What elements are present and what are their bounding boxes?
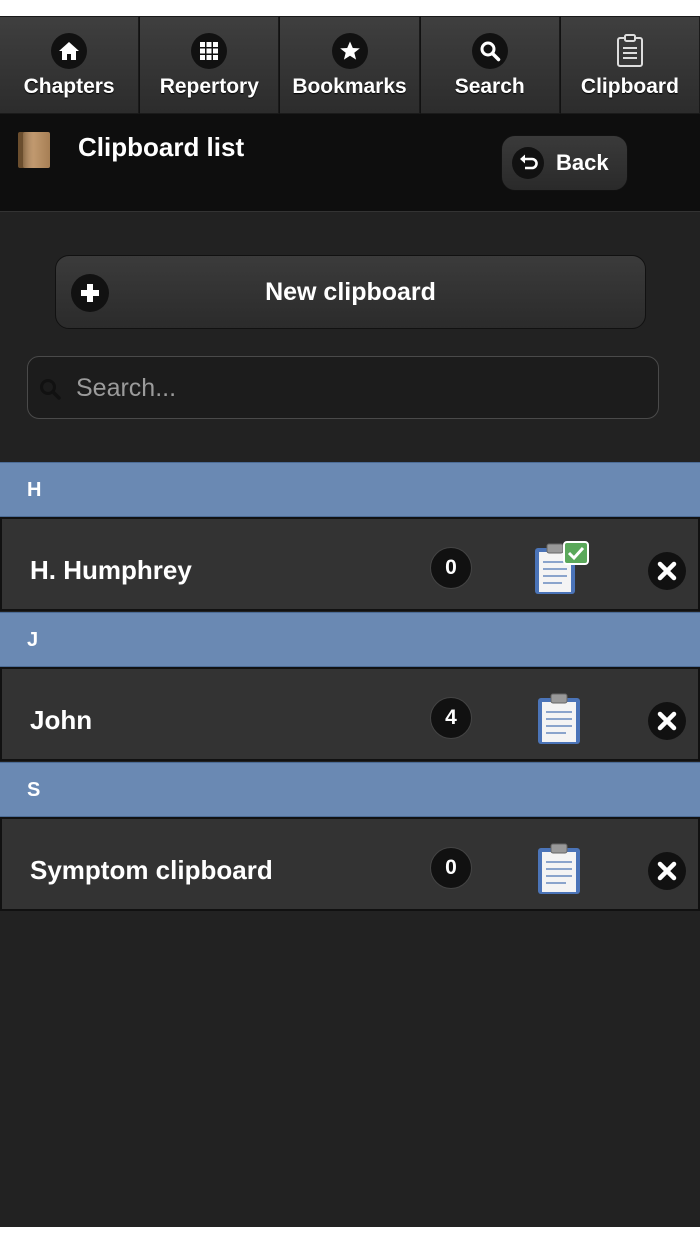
- divider-letter: S: [27, 779, 41, 801]
- search-icon: [38, 377, 62, 401]
- undo-arrow-icon: [512, 147, 544, 179]
- list-divider-j: J: [0, 612, 700, 667]
- nav-repertory-label: Repertory: [159, 75, 259, 98]
- clipboard-row-symptom[interactable]: Symptom clipboard 0: [0, 817, 700, 911]
- clipboard-row-john[interactable]: John 4: [0, 667, 700, 761]
- list-divider-h: H: [0, 462, 700, 517]
- nav-clipboard-label: Clipboard: [580, 75, 679, 98]
- clipboard-icon[interactable]: [532, 840, 590, 898]
- delete-icon[interactable]: [648, 702, 686, 740]
- nav-search-label: Search: [454, 75, 525, 98]
- divider-letter: J: [27, 629, 39, 651]
- count-badge: 0: [430, 547, 472, 589]
- list-divider-s: S: [0, 762, 700, 817]
- search-field[interactable]: [27, 356, 659, 419]
- new-clipboard-label: New clipboard: [265, 278, 436, 306]
- page-header: Clipboard list Back: [0, 114, 700, 212]
- nav-bookmarks[interactable]: Bookmarks: [279, 16, 420, 114]
- divider-letter: H: [27, 479, 42, 501]
- app-screen: Chapters Repertory Bookmarks Search Clip…: [0, 16, 700, 1227]
- nav-chapters[interactable]: Chapters: [0, 16, 140, 114]
- grid-icon: [191, 33, 228, 69]
- nav-clipboard[interactable]: Clipboard: [559, 16, 700, 114]
- nav-chapters-label: Chapters: [23, 75, 115, 98]
- clipboard-name: John: [30, 705, 93, 735]
- count-badge: 4: [430, 697, 472, 739]
- new-clipboard-button[interactable]: New clipboard: [55, 255, 646, 329]
- top-navbar: Chapters Repertory Bookmarks Search Clip…: [0, 16, 700, 114]
- book-icon: [16, 130, 52, 170]
- clipboard-name: Symptom clipboard: [30, 855, 273, 885]
- nav-bookmarks-label: Bookmarks: [292, 75, 407, 98]
- home-icon: [51, 33, 88, 69]
- star-icon: [331, 33, 368, 69]
- search-input[interactable]: [76, 367, 646, 409]
- search-icon: [471, 33, 508, 69]
- delete-icon[interactable]: [648, 552, 686, 590]
- clipboard-icon[interactable]: [532, 690, 590, 748]
- clipboard-name: H. Humphrey: [30, 555, 192, 585]
- active-clipboard-icon[interactable]: [532, 540, 590, 598]
- clipboard-row-h-humphrey[interactable]: H. Humphrey 0: [0, 517, 700, 611]
- count-badge: 0: [430, 847, 472, 889]
- clipboard-icon: [612, 33, 648, 69]
- back-button[interactable]: Back: [501, 135, 628, 191]
- back-button-label: Back: [556, 150, 609, 175]
- page-title: Clipboard list: [78, 132, 245, 162]
- delete-icon[interactable]: [648, 852, 686, 890]
- nav-search[interactable]: Search: [419, 16, 560, 114]
- nav-repertory[interactable]: Repertory: [139, 16, 280, 114]
